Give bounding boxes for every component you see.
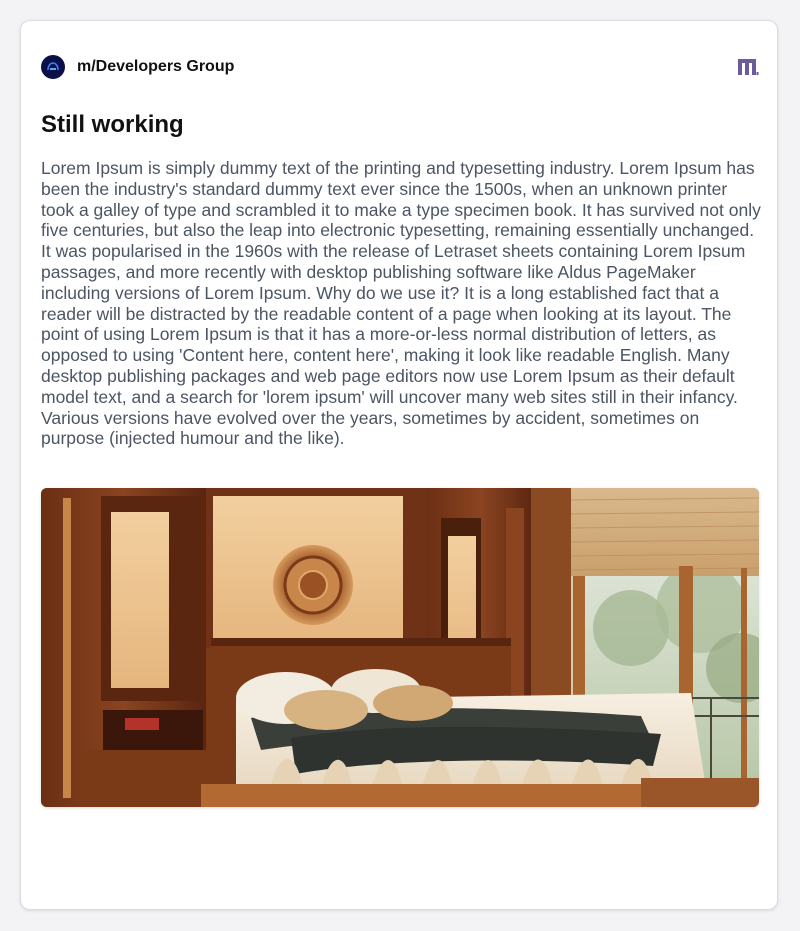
group-logo-icon[interactable] <box>41 55 65 79</box>
bedroom-illustration <box>41 488 759 807</box>
group-name[interactable]: m/Developers Group <box>77 58 234 76</box>
post-title: Still working <box>41 111 184 138</box>
bedroom-photo[interactable] <box>41 488 759 807</box>
post-card: m/Developers Group Still working Lorem I… <box>20 20 778 910</box>
post-header: m/Developers Group <box>41 54 759 80</box>
m-brand-logo-icon[interactable] <box>737 56 759 78</box>
post-body: Lorem Ipsum is simply dummy text of the … <box>41 158 761 449</box>
